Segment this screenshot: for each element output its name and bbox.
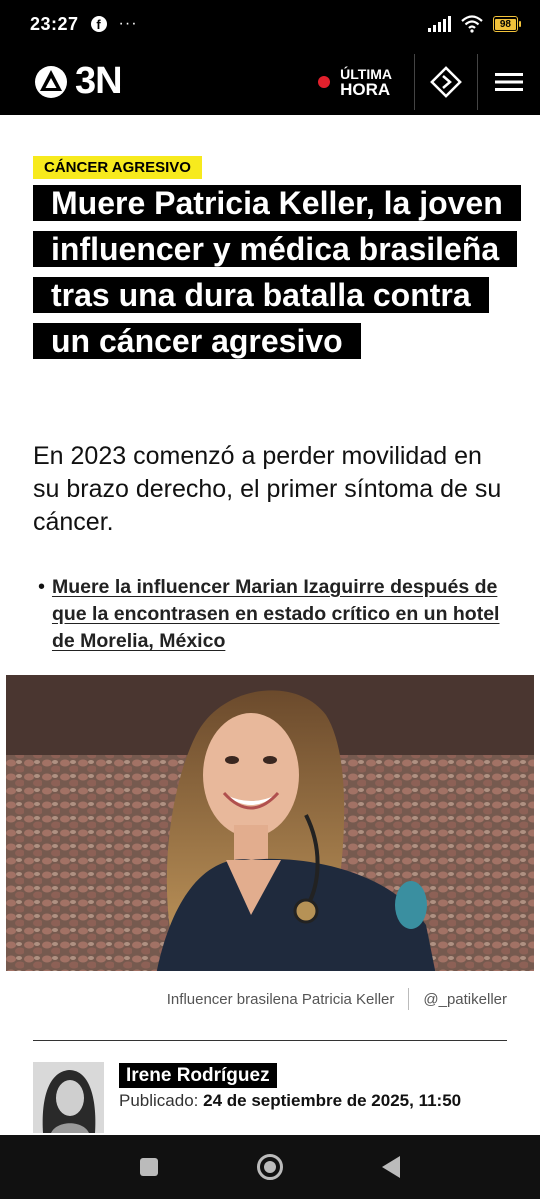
photo-caption-text: Influencer brasilena Patricia Keller [166,990,395,1008]
hamburger-menu-icon [495,72,523,91]
related-article-link[interactable]: Muere la influencer Marian Izaguirre des… [52,574,508,655]
author-name[interactable]: Irene Rodríguez [119,1063,277,1088]
facebook-icon: f [90,16,107,32]
photo-credit: @_patikeller [423,990,507,1008]
published-label: Publicado: [119,1091,199,1110]
more-notifications-icon: ··· [118,15,138,32]
play-diamond-icon [430,65,462,98]
site-logo[interactable]: 3N [33,60,123,103]
author-avatar-image [33,1062,104,1133]
signal-icon [427,16,451,32]
photo-caption: Influencer brasilena Patricia Keller @_p… [0,988,540,1010]
article-photo[interactable] [6,675,534,971]
author-avatar[interactable] [33,1062,104,1133]
wifi-icon [461,15,483,33]
breaking-news-link[interactable]: ÚLTIMA HORA [318,66,414,98]
bullet-icon: • [38,576,46,598]
back-icon[interactable] [382,1156,401,1178]
logo-text: 3N [75,60,123,102]
related-article: • Muere la influencer Marian Izaguirre d… [38,574,508,655]
live-dot-icon [318,75,331,88]
caption-divider [408,988,410,1010]
article-headline: Muere Patricia Keller, la joven influenc… [33,180,521,364]
recent-apps-icon[interactable] [139,1158,158,1176]
section-divider [33,1040,507,1041]
publish-info: Publicado: 24 de septiembre de 2025, 11:… [119,1091,461,1111]
article-subtitle: En 2023 comenzó a perder movilidad en su… [33,442,502,536]
logo-mark-icon [35,65,67,98]
menu-button[interactable] [478,48,540,115]
clock: 23:27 [30,13,79,34]
system-navigation-bar [0,1135,540,1199]
category-tag[interactable]: CÁNCER AGRESIVO [33,156,202,179]
live-tv-button[interactable] [415,48,477,115]
battery-icon: 98 [492,16,522,32]
photo-illustration [6,675,534,971]
published-date: 24 de septiembre de 2025, 11:50 [203,1091,462,1110]
breaking-label-line2: HORA [340,79,391,99]
status-bar: 23:27 f ··· 98 [0,0,540,48]
site-header: 3N ÚLTIMA HORA [0,48,540,115]
home-icon[interactable] [256,1154,283,1180]
